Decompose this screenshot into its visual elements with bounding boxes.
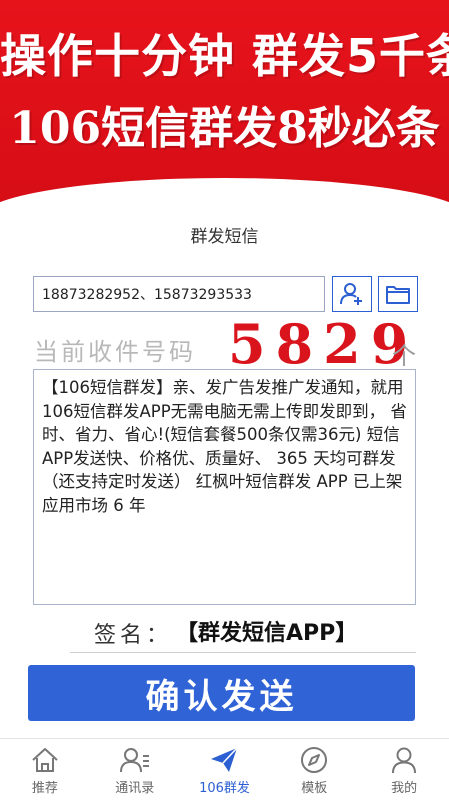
recipient-count-value: 5829 <box>228 312 419 376</box>
signature-value[interactable]: 【群发短信APP】 <box>176 615 357 647</box>
confirm-send-button[interactable]: 确认发送 <box>28 665 415 721</box>
user-icon <box>392 747 417 774</box>
tab-recommend[interactable]: 推荐 <box>0 739 90 800</box>
tab-contacts[interactable]: 通讯录 <box>90 739 180 800</box>
page-title: 群发短信 <box>190 227 259 247</box>
recipient-count-unit: 个 <box>392 342 416 370</box>
tab-label-recommend: 推荐 <box>31 781 58 796</box>
banner-curve <box>0 178 449 210</box>
home-icon <box>32 748 58 772</box>
tab-templates[interactable]: 模板 <box>269 739 359 800</box>
promo-banner: 操作十分钟 群发5千条 106短信群发8秒必条 <box>0 0 449 210</box>
add-contact-icon <box>340 283 362 305</box>
signature-underline <box>70 652 416 653</box>
banner-subheadline: 106短信群发8秒必条 <box>9 103 440 154</box>
tab-label-mine: 我的 <box>391 781 418 796</box>
phone-numbers-input[interactable] <box>33 276 325 312</box>
tab-label-templates: 模板 <box>301 781 328 796</box>
recipient-count-label: 当前收件号码 <box>34 338 196 366</box>
folder-icon <box>386 286 410 304</box>
tab-mine[interactable]: 我的 <box>359 739 449 800</box>
tab-106-broadcast[interactable]: 106群发 <box>180 739 270 800</box>
contacts-icon <box>119 748 149 773</box>
add-contact-button[interactable] <box>332 276 372 312</box>
signature-label: 签名： <box>94 623 173 648</box>
bottom-tab-bar: 推荐 通讯录 106群发 模板 我的 <box>0 738 449 800</box>
compass-icon <box>301 747 328 773</box>
tab-label-106-broadcast: 106群发 <box>199 781 250 796</box>
message-textarea[interactable]: 【106短信群发】亲、发广告发推广发通知，就用106短信群发APP无需电脑无需上… <box>33 369 416 605</box>
send-icon <box>211 747 239 772</box>
tab-label-contacts: 通讯录 <box>115 781 155 796</box>
banner-headline: 操作十分钟 群发5千条 <box>0 29 449 83</box>
app-screen: 操作十分钟 群发5千条 106短信群发8秒必条 群发短信 当前收件号码 5829… <box>0 0 449 800</box>
open-file-button[interactable] <box>378 276 418 312</box>
